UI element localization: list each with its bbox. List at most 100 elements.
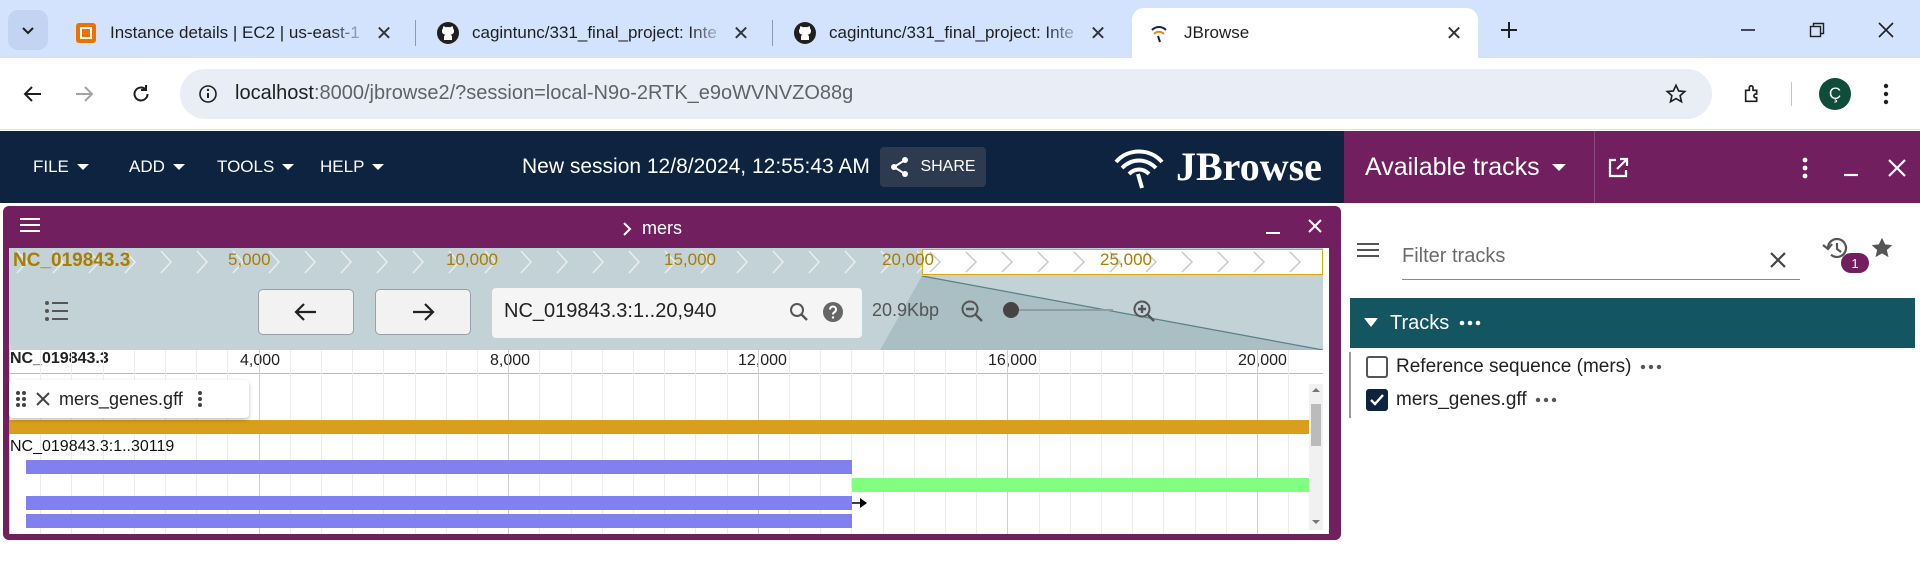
strand-chevron (1001, 251, 1014, 273)
track-label[interactable]: mers_genes.gff (9, 380, 249, 418)
more-horiz-icon[interactable] (1459, 320, 1481, 326)
tab-search-button[interactable] (8, 10, 48, 50)
zoom-out-button[interactable] (952, 291, 992, 331)
github-icon (436, 21, 460, 45)
track-selector-button[interactable] (36, 296, 76, 326)
profile-avatar[interactable]: Ç (1819, 78, 1851, 110)
track-selector-menu-icon[interactable] (1348, 230, 1388, 270)
site-info-icon[interactable] (188, 74, 228, 114)
tab-github-1[interactable]: cagintunc/331_final_project: Inte ✕ (420, 8, 765, 58)
close-icon (1308, 219, 1322, 233)
cds-feature[interactable] (26, 460, 852, 474)
zoom-slider-track[interactable] (1005, 309, 1113, 311)
cds-feature[interactable] (26, 514, 852, 528)
close-icon[interactable]: ✕ (1440, 19, 1468, 47)
scrollbar-thumb[interactable] (1311, 404, 1321, 446)
gridline (1101, 350, 1102, 534)
close-icon (1878, 22, 1894, 38)
more-horiz-icon[interactable] (1535, 397, 1557, 403)
overview-tick: 10,000 (446, 250, 498, 269)
strand-chevron (844, 250, 857, 274)
bookmark-star-icon[interactable] (1656, 74, 1696, 114)
back-button[interactable] (13, 74, 53, 114)
close-window-button[interactable] (1863, 12, 1909, 48)
scroll-right-button[interactable] (375, 289, 471, 335)
minimize-icon (1266, 232, 1280, 234)
category-label: Tracks (1390, 311, 1450, 334)
close-icon[interactable]: ✕ (727, 19, 755, 47)
gridline (882, 350, 884, 534)
tab-ec2[interactable]: Instance details | EC2 | us-east-1 ✕ (58, 8, 408, 58)
more-horiz-icon[interactable] (1640, 364, 1662, 370)
gridline (1194, 350, 1196, 534)
drawer-minimize-icon[interactable] (1831, 148, 1871, 188)
scroll-down-icon[interactable] (1309, 516, 1323, 528)
extensions-icon[interactable] (1733, 74, 1773, 114)
strand-chevron (772, 250, 785, 274)
popout-icon[interactable] (1598, 148, 1638, 188)
menu-label: ADD (129, 157, 165, 176)
gene-feature[interactable] (9, 420, 1309, 434)
close-icon[interactable]: ✕ (370, 19, 398, 47)
scroll-left-button[interactable] (258, 289, 354, 335)
zoom-slider-thumb[interactable] (1003, 302, 1019, 318)
category-tracks[interactable]: Tracks (1350, 298, 1915, 348)
cds-feature[interactable] (26, 496, 852, 510)
forward-button[interactable] (64, 74, 104, 114)
new-tab-button[interactable] (1489, 10, 1529, 50)
triangle-down-icon (1364, 318, 1378, 327)
drawer-title[interactable]: Available tracks (1365, 153, 1566, 182)
browser-menu-icon[interactable] (1866, 74, 1906, 114)
gridline (1163, 350, 1165, 534)
track-scrollbar[interactable] (1309, 384, 1323, 530)
track-checkbox-checked[interactable] (1366, 389, 1388, 411)
strand-chevron (376, 250, 389, 274)
menu-label: HELP (320, 157, 365, 176)
drag-handle-icon[interactable] (15, 390, 27, 408)
view-title[interactable]: mers (622, 218, 682, 239)
clear-filter-icon[interactable] (1758, 240, 1798, 280)
utr-feature[interactable] (852, 478, 1309, 492)
tab-title: cagintunc/331_final_project: Inte (472, 23, 717, 42)
minimize-window-button[interactable] (1725, 12, 1771, 48)
feature-label: NC_019843.3:1..30119 (10, 438, 175, 455)
favorites-star-icon[interactable] (1862, 228, 1902, 268)
view-close-button[interactable] (1295, 208, 1335, 244)
chevron-right-icon (623, 221, 632, 236)
aws-ec2-icon (74, 21, 98, 45)
jbrowse-logo-icon (1114, 149, 1164, 189)
tab-github-2[interactable]: cagintunc/331_final_project: Inte ✕ (777, 8, 1122, 58)
url-text[interactable]: localhost:8000/jbrowse2/?session=local-N… (235, 82, 853, 105)
menu-tools[interactable]: TOOLS (217, 157, 295, 177)
plus-icon (1501, 22, 1517, 38)
tab-title: cagintunc/331_final_project: Inte (829, 23, 1074, 42)
close-icon[interactable]: ✕ (1084, 19, 1112, 47)
view-minimize-button[interactable] (1253, 212, 1293, 244)
menu-add[interactable]: ADD (129, 157, 185, 177)
track-checkbox[interactable] (1366, 356, 1388, 378)
drawer-close-icon[interactable] (1877, 148, 1917, 188)
more-vert-icon[interactable] (197, 390, 203, 408)
zoom-in-button[interactable] (1124, 291, 1164, 331)
gridline (1038, 350, 1040, 534)
drawer-more-icon[interactable] (1785, 148, 1825, 188)
restore-icon (1809, 22, 1825, 38)
drawer-title-text: Available tracks (1365, 153, 1540, 181)
view-menu-button[interactable] (10, 207, 50, 243)
arrow-right-icon (76, 86, 94, 102)
help-icon[interactable] (813, 292, 853, 332)
menu-help[interactable]: HELP (320, 157, 385, 177)
share-button[interactable]: SHARE (880, 147, 986, 187)
scroll-up-icon[interactable] (1309, 384, 1323, 396)
reload-button[interactable] (121, 74, 161, 114)
tab-jbrowse[interactable]: JBrowse ✕ (1132, 8, 1478, 58)
minimize-icon (1741, 29, 1755, 31)
menu-file[interactable]: FILE (33, 157, 89, 177)
zoom-out-icon (961, 300, 983, 322)
track-item-mers-genes[interactable]: mers_genes.gff (1366, 389, 1557, 411)
strand-chevron (304, 250, 317, 274)
close-icon[interactable] (35, 391, 51, 407)
restore-window-button[interactable] (1794, 12, 1840, 48)
track-item-reference[interactable]: Reference sequence (mers) (1366, 356, 1662, 378)
session-name[interactable]: New session 12/8/2024, 12:55:43 AM (522, 155, 870, 179)
